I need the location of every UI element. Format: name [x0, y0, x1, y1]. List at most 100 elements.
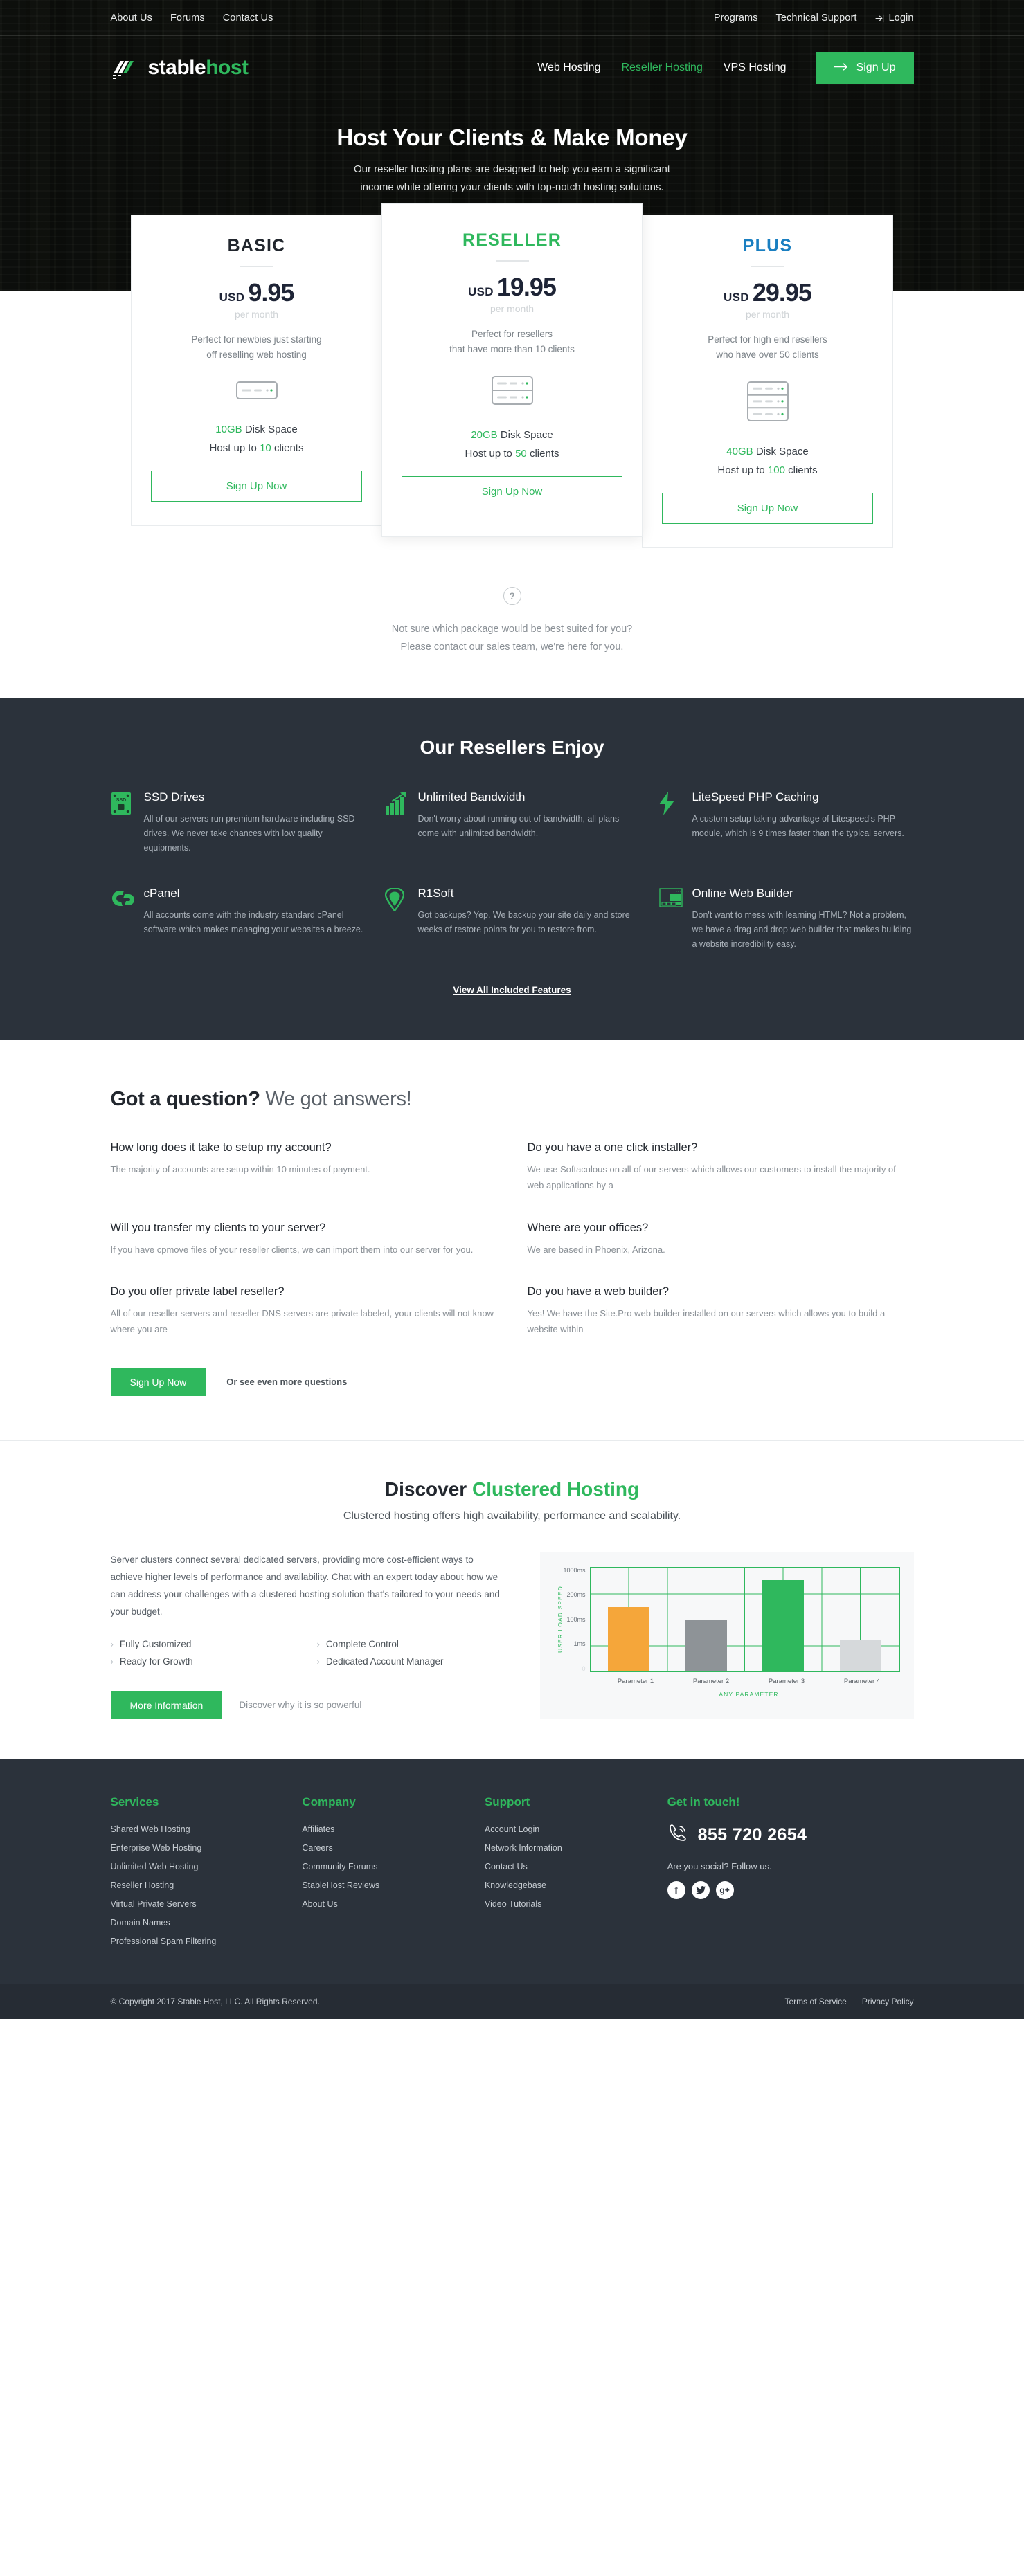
list-item: StableHost Reviews [302, 1879, 485, 1892]
footer-link[interactable]: Enterprise Web Hosting [111, 1843, 202, 1853]
clustered-title-dark: Discover [384, 1478, 467, 1500]
plan-currency: USD [724, 291, 749, 304]
footer-link[interactable]: Knowledgebase [485, 1880, 546, 1890]
terms-of-service-link[interactable]: Terms of Service [784, 1997, 846, 2006]
view-all-features-link[interactable]: View All Included Features [453, 985, 571, 995]
footer-link[interactable]: Careers [302, 1843, 332, 1853]
logo-text-host: host [206, 56, 249, 79]
clustered-bullet-fully-customized: › Fully Customized [111, 1639, 302, 1649]
plan-signup-button-plus[interactable]: Sign Up Now [662, 493, 873, 525]
footer-phone[interactable]: 855 720 2654 [667, 1823, 914, 1847]
footer-link[interactable]: Network Information [485, 1843, 562, 1853]
plan-period: per month [489, 303, 535, 314]
footer-link[interactable]: StableHost Reviews [302, 1880, 379, 1890]
plan-desc-line1: Perfect for newbies just starting [191, 334, 322, 345]
pricing-card-reseller[interactable]: RESELLER USD 19.95 per month Perfect for… [381, 203, 643, 538]
faq-answer: If you have cpmove files of your reselle… [110, 1244, 474, 1255]
google-plus-icon[interactable]: g+ [715, 1880, 734, 1899]
chart-bar-parameter-2 [685, 1619, 727, 1671]
footer-link[interactable]: Shared Web Hosting [111, 1824, 190, 1834]
plan-divider [751, 266, 784, 267]
plan-signup-button-reseller[interactable]: Sign Up Now [402, 476, 622, 508]
feature-title: Online Web Builder [692, 887, 793, 900]
topbar-link-forums[interactable]: Forums [170, 12, 205, 24]
more-information-button[interactable]: More Information [110, 1691, 223, 1719]
copyright-bar: © Copyright 2017 Stable Host, LLC. All R… [0, 1984, 1024, 2019]
footer-link[interactable]: Contact Us [485, 1862, 528, 1871]
footer-link[interactable]: Account Login [485, 1824, 539, 1834]
topbar-link-technical-support[interactable]: Technical Support [776, 12, 857, 24]
faq-more-questions-link[interactable]: Or see even more questions [226, 1377, 347, 1387]
plan-clients-suffix: clients [529, 448, 559, 460]
faq-question: How long does it take to setup my accoun… [110, 1141, 332, 1154]
faq-answer: The majority of accounts are setup withi… [110, 1164, 370, 1175]
chevron-right-icon: › [316, 1638, 320, 1649]
footer-link[interactable]: Professional Spam Filtering [111, 1936, 217, 1946]
plan-clients-value: 10 [260, 442, 271, 455]
feature-title: Unlimited Bandwidth [417, 790, 526, 804]
footer-link[interactable]: Reseller Hosting [111, 1880, 174, 1890]
hero-title: Host Your Clients & Make Money [336, 125, 688, 150]
clustered-body: Server clusters connect several dedicate… [110, 1554, 500, 1617]
legal-links: Terms of Service Privacy Policy [784, 1997, 913, 2006]
faq-question: Do you have a one click installer? [527, 1141, 698, 1154]
server-rack-3u-icon [662, 381, 873, 425]
nav-item-vps-hosting[interactable]: VPS Hosting [724, 62, 787, 74]
topbar-link-about-us[interactable]: About Us [111, 12, 152, 24]
feature-title: SSD Drives [143, 790, 205, 804]
help-note-section: ? Not sure which package would be best s… [0, 548, 1024, 698]
user-load-speed-chart: USER LOAD SPEED 1000ms 200ms 100ms 1ms 0 [539, 1551, 914, 1719]
chart-y-axis-label: USER LOAD SPEED [556, 1586, 564, 1653]
twitter-icon[interactable] [691, 1880, 710, 1899]
pricing-card-plus[interactable]: PLUS USD 29.95 per month Perfect for hig… [642, 215, 893, 549]
footer-link[interactable]: Video Tutorials [485, 1899, 541, 1909]
plan-period: per month [745, 309, 790, 320]
faq-section: Got a question? We got answers! How long… [0, 1040, 1024, 1440]
chart-bar-parameter-4 [839, 1640, 881, 1671]
chart-x-axis-label: ANY PARAMETER [719, 1690, 779, 1698]
chart-y-ticks: 1000ms 200ms 100ms 1ms 0 [564, 1567, 590, 1672]
faq-item: Do you have a one click installer? We us… [528, 1141, 914, 1194]
feature-cpanel: cPanel All accounts come with the indust… [111, 887, 366, 951]
web-builder-layout-icon [658, 887, 683, 951]
nav-item-web-hosting[interactable]: Web Hosting [537, 62, 600, 74]
footer-links-services: Shared Web Hosting Enterprise Web Hostin… [111, 1823, 303, 1948]
privacy-policy-link[interactable]: Privacy Policy [862, 1997, 914, 2006]
feature-title: R1Soft [417, 887, 454, 900]
plan-clients-plus: Host up to 100 clients [662, 464, 873, 476]
plan-desc-line1: Perfect for resellers [471, 329, 553, 339]
stablehost-logo-icon [111, 53, 141, 83]
faq-answer: We are based in Phoenix, Arizona. [527, 1244, 665, 1255]
footer-link[interactable]: Affiliates [302, 1824, 334, 1834]
footer-link[interactable]: About Us [302, 1899, 337, 1909]
topbar-link-programs[interactable]: Programs [714, 12, 758, 24]
plan-signup-button-basic[interactable]: Sign Up Now [151, 471, 362, 502]
pricing-card-basic[interactable]: BASIC USD 9.95 per month Perfect for new… [131, 215, 382, 527]
logo[interactable]: stablehost [111, 53, 249, 83]
footer-heading: Services [110, 1795, 159, 1808]
chevron-right-icon: › [110, 1638, 114, 1649]
topbar-link-contact-us[interactable]: Contact Us [223, 12, 273, 24]
footer-heading: Company [302, 1795, 356, 1808]
faq-title-bold: Got a question? [110, 1088, 261, 1111]
plan-desc-line2: that have more than 10 clients [449, 343, 575, 354]
facebook-icon[interactable]: f [667, 1880, 685, 1899]
clustered-bullet-dedicated-account-manager: › Dedicated Account Manager [317, 1656, 508, 1667]
footer-link[interactable]: Unlimited Web Hosting [111, 1862, 199, 1871]
utility-topbar: About Us Forums Contact Us Programs Tech… [0, 0, 1024, 36]
faq-signup-button[interactable]: Sign Up Now [110, 1368, 206, 1396]
login-link[interactable]: Login [889, 12, 914, 24]
plan-desc-line2: who have over 50 clients [716, 349, 819, 360]
footer-link[interactable]: Virtual Private Servers [111, 1899, 197, 1909]
feature-title: cPanel [143, 887, 180, 900]
footer-links-support: Account Login Network Information Contac… [485, 1823, 667, 1910]
footer-link[interactable]: Domain Names [111, 1918, 170, 1928]
nav-item-reseller-hosting[interactable]: Reseller Hosting [621, 62, 702, 74]
plan-clients-prefix: Host up to [209, 442, 257, 455]
footer-link[interactable]: Community Forums [302, 1862, 377, 1871]
chevron-right-icon: › [110, 1656, 114, 1667]
footer-column-contact: Get in touch! 855 720 2654 Are you socia… [667, 1795, 914, 1954]
header-signup-button[interactable]: Sign Up [815, 52, 914, 84]
chart-bar-slot [591, 1568, 668, 1671]
topbar-login[interactable]: Login [874, 12, 914, 24]
